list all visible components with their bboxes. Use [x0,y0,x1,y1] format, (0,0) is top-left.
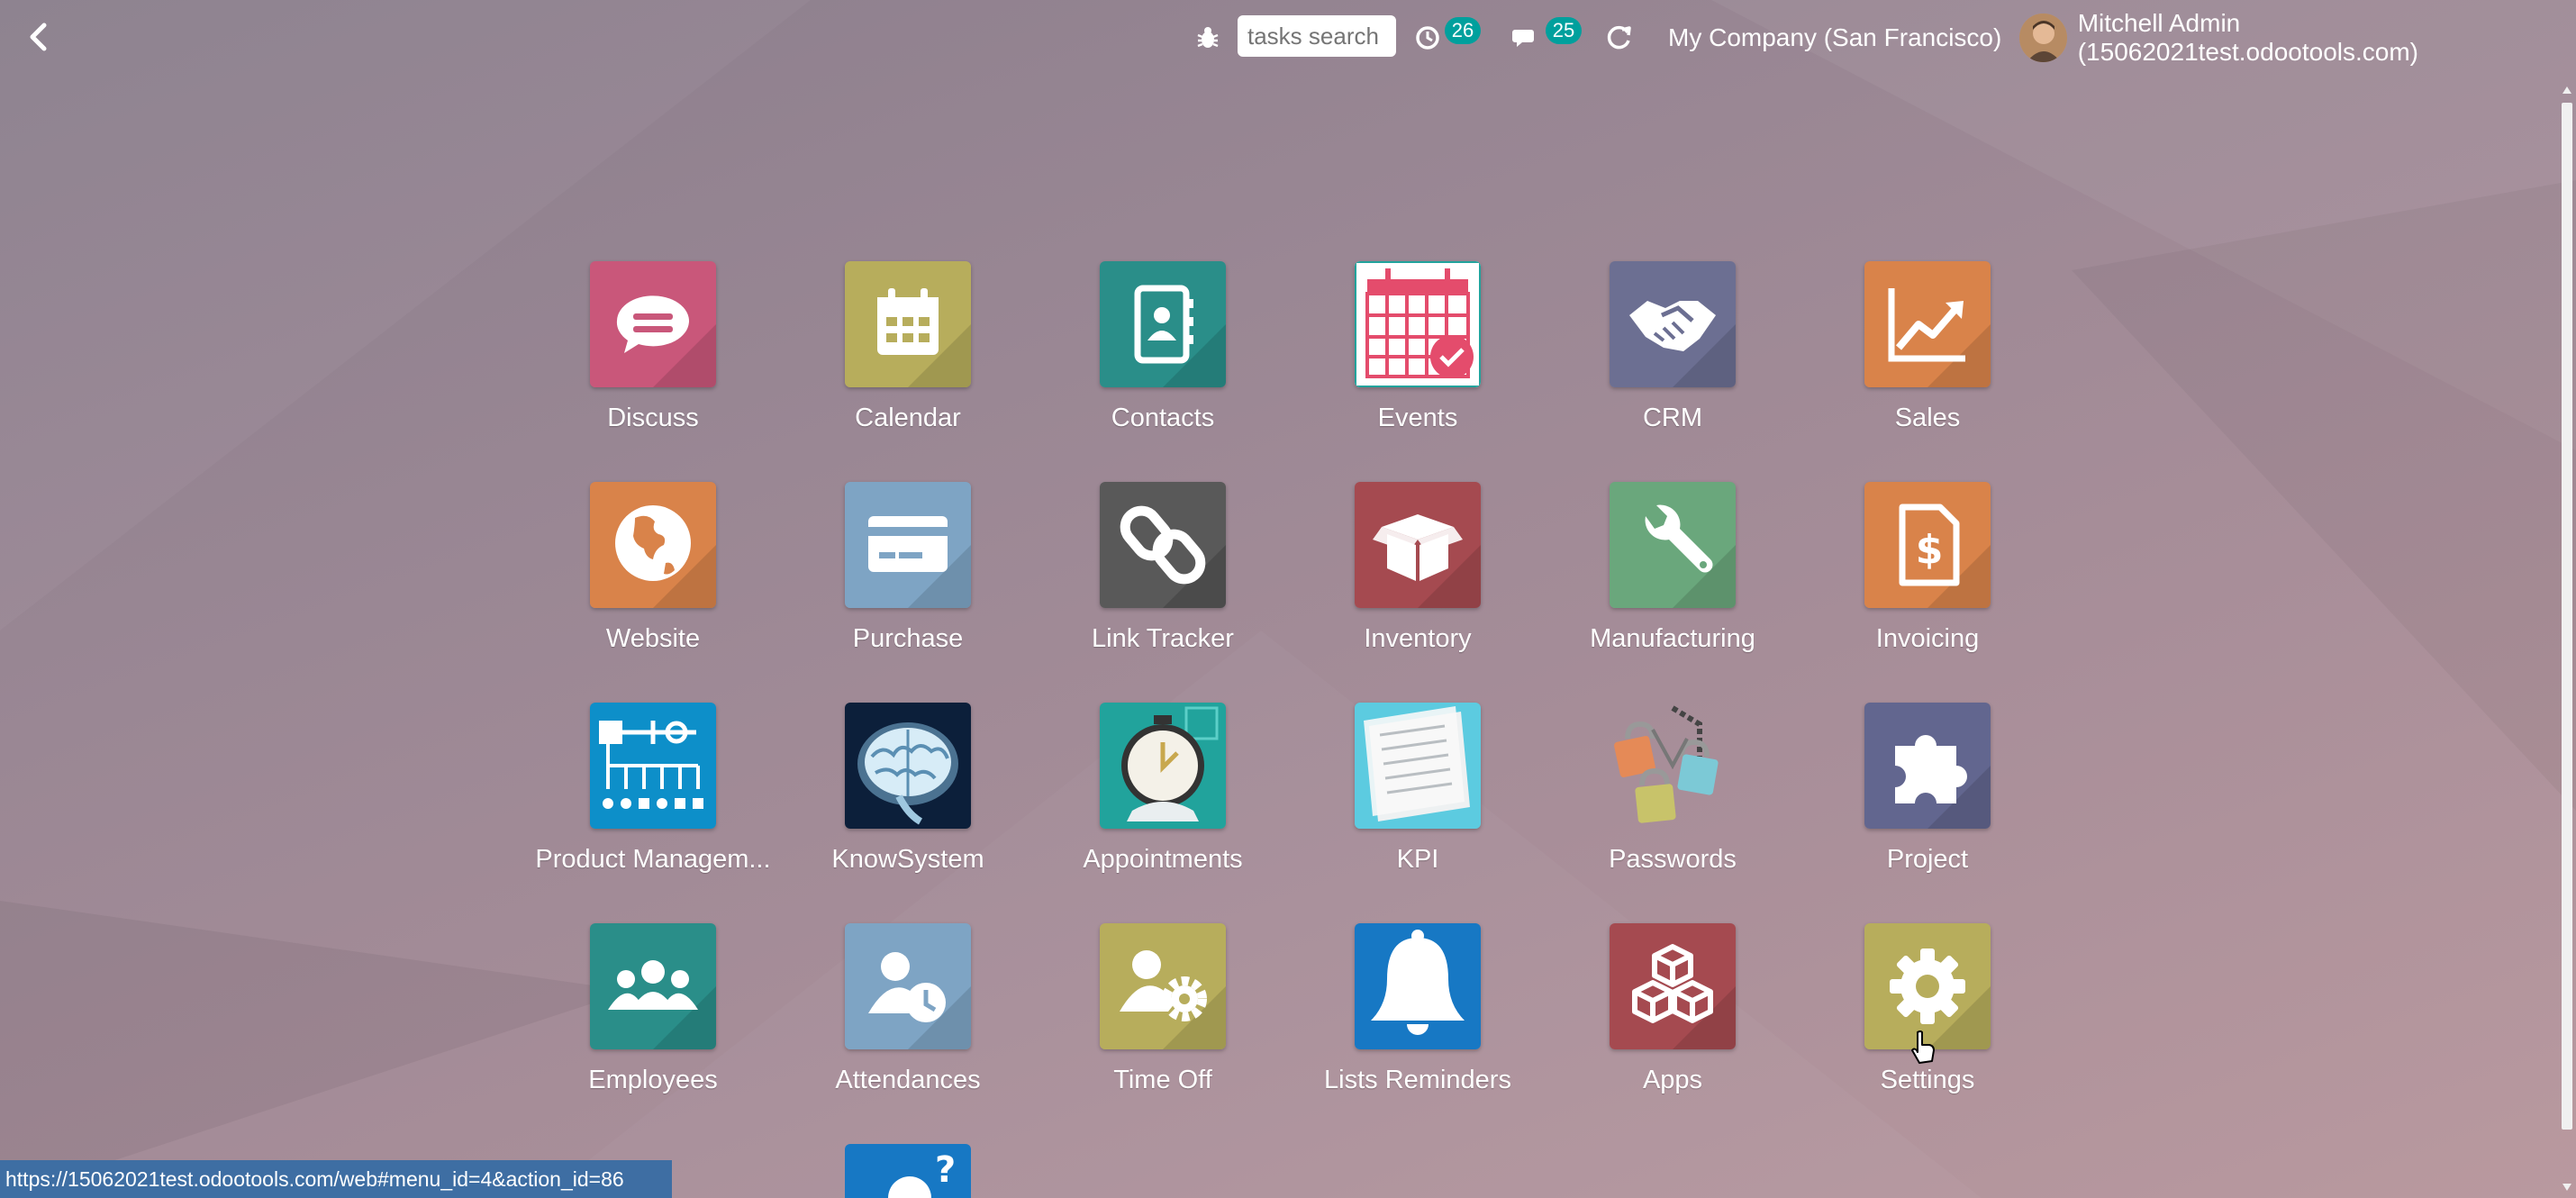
link-icon [1100,482,1226,608]
attendance-clock-icon [845,923,971,1049]
puzzle-icon [1864,703,1991,829]
app-sales[interactable]: Sales [1801,261,2054,450]
user-name: Mitchell Admin (15062021test.odootools.c… [2077,9,2418,66]
app-discuss[interactable]: Discuss [527,261,779,450]
app-partial-help[interactable]: ? [845,1144,971,1198]
app-passwords[interactable]: Passwords [1547,703,1799,892]
app-kpi[interactable]: KPI [1292,703,1544,892]
app-contacts[interactable]: Contacts [1037,261,1289,450]
app-appointments[interactable]: Appointments [1037,703,1289,892]
app-settings[interactable]: Settings [1801,923,2054,1112]
chevron-left-icon [30,23,47,51]
company-switcher[interactable]: My Company (San Francisco) [1668,0,2001,76]
app-link-tracker[interactable]: Link Tracker [1037,482,1289,671]
handshake-icon [1610,261,1736,387]
cubes-icon [1610,923,1736,1049]
sales-chart-icon [1864,261,1991,387]
scroll-up-arrow-icon [2562,86,2571,94]
app-employees[interactable]: Employees [527,923,779,1112]
message-count-badge: 25 [1546,17,1582,44]
chat-bubbles-icon [1512,30,1534,47]
product-tree-icon [590,703,716,829]
bug-icon [1197,27,1219,48]
status-url-bar: https://15062021test.odootools.com/web#m… [0,1160,672,1198]
invoice-icon: $ [1864,482,1991,608]
app-project[interactable]: Project [1801,703,2054,892]
refresh-icon [1607,25,1631,50]
events-icon [1355,261,1481,387]
calendar-icon [845,261,971,387]
app-calendar[interactable]: Calendar [782,261,1034,450]
app-events[interactable]: Events [1292,261,1544,450]
time-off-gear-icon [1100,923,1226,1049]
app-time-off[interactable]: Time Off [1037,923,1289,1112]
app-apps[interactable]: Apps [1547,923,1799,1112]
app-invoicing[interactable]: $ Invoicing [1801,482,2054,671]
discuss-icon [590,261,716,387]
refresh-button[interactable] [1603,0,1634,76]
company-name: My Company (San Francisco) [1668,23,2002,51]
padlocks-icon [1610,703,1736,829]
app-website[interactable]: Website [527,482,779,671]
tasks-search-input[interactable] [1238,15,1396,57]
box-icon [1355,482,1481,608]
scrollbar[interactable] [2558,81,2576,1198]
debug-bug-button[interactable] [1194,0,1221,76]
messages-button[interactable]: 25 [1511,0,1582,76]
user-menu[interactable]: Mitchell Admin (15062021test.odootools.c… [2019,0,2576,76]
app-purchase[interactable]: Purchase [782,482,1034,671]
scroll-thumb[interactable] [2562,103,2572,1130]
back-button[interactable] [18,16,59,58]
help-question-icon: ? [845,1144,971,1198]
brain-icon [845,703,971,829]
newspaper-icon [1355,703,1481,829]
avatar [2019,14,2067,62]
app-crm[interactable]: CRM [1547,261,1799,450]
activity-count-badge: 26 [1445,17,1481,44]
app-attendances[interactable]: Attendances [782,923,1034,1112]
stopwatch-icon [1100,703,1226,829]
app-knowsystem[interactable]: KnowSystem [782,703,1034,892]
app-inventory[interactable]: Inventory [1292,482,1544,671]
app-lists-reminders[interactable]: Lists Reminders [1292,923,1544,1112]
activity-button[interactable]: 26 [1414,0,1481,76]
contacts-icon [1100,261,1226,387]
hand-cursor-icon [1911,1030,1935,1064]
svg-text:?: ? [935,1149,956,1191]
globe-icon [590,482,716,608]
scroll-down-arrow-icon [2562,1184,2571,1191]
employees-icon [590,923,716,1049]
svg-text:$: $ [1916,527,1944,573]
app-product-management[interactable]: Product Managem... [527,703,779,892]
wrench-icon [1610,482,1736,608]
top-bar: 26 25 My Company (San Francisco) Mitchel… [0,0,2576,76]
bell-icon [1355,923,1481,1049]
clock-icon [1416,26,1439,50]
app-manufacturing[interactable]: Manufacturing [1547,482,1799,671]
credit-card-icon [845,482,971,608]
